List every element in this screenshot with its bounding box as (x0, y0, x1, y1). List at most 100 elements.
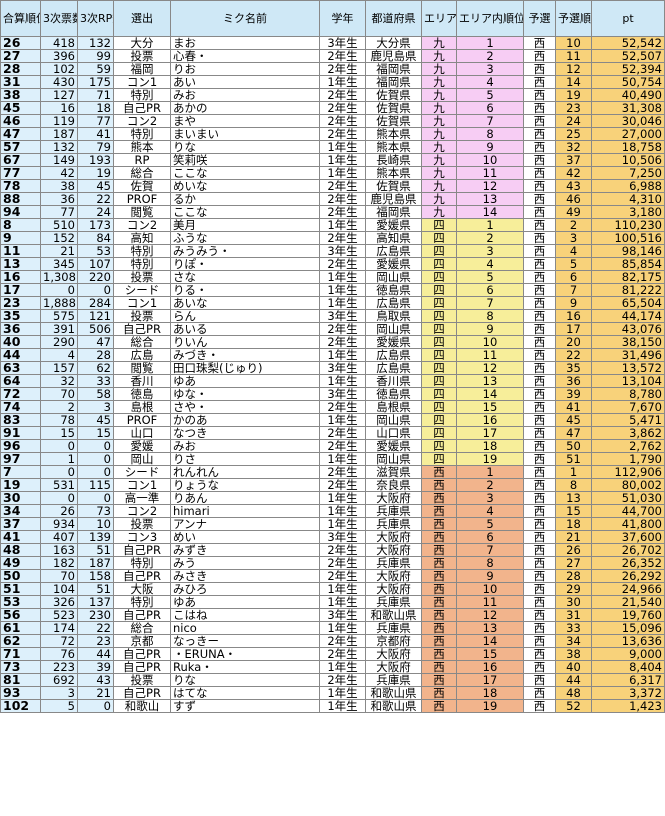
cell-votes: 326 (40, 595, 78, 609)
cell-yosen: 西 (523, 153, 556, 167)
cell-rank: 88 (0, 192, 41, 206)
cell-rank: 27 (0, 49, 41, 63)
cell-pt: 37,600 (591, 530, 665, 544)
cell-pref: 福岡県 (365, 75, 422, 89)
cell-rp: 62 (77, 361, 114, 375)
cell-selection: 島根 (113, 400, 171, 414)
cell-pt: 7,250 (591, 166, 665, 180)
cell-name: らん (170, 309, 320, 323)
cell-name: りる・ (170, 283, 320, 297)
cell-rp: 132 (77, 36, 114, 50)
cell-grade: 1年生 (319, 582, 366, 596)
cell-name: みう (170, 556, 320, 570)
cell-yosen: 西 (523, 36, 556, 50)
cell-area-rank: 12 (456, 361, 524, 375)
cell-grade: 1年生 (319, 166, 366, 180)
header-votes: 3次票数 (40, 0, 78, 37)
cell-pref: 佐賀県 (365, 101, 422, 115)
cell-selection: 投票 (113, 309, 171, 323)
cell-votes: 104 (40, 582, 78, 596)
cell-area-rank: 13 (456, 374, 524, 388)
cell-pt: 13,104 (591, 374, 665, 388)
cell-rp: 23 (77, 634, 114, 648)
cell-pref: 長崎県 (365, 153, 422, 167)
cell-yosen-rank: 5 (555, 257, 592, 271)
cell-votes: 32 (40, 374, 78, 388)
cell-votes: 396 (40, 49, 78, 63)
cell-area: 四 (421, 283, 457, 297)
cell-grade: 2年生 (319, 231, 366, 245)
cell-grade: 3年生 (319, 530, 366, 544)
cell-yosen: 西 (523, 140, 556, 154)
cell-rp: 84 (77, 231, 114, 245)
cell-yosen: 西 (523, 49, 556, 63)
cell-votes: 5 (40, 699, 78, 713)
cell-name: みお (170, 439, 320, 453)
cell-grade: 3年生 (319, 309, 366, 323)
cell-grade: 1年生 (319, 699, 366, 713)
cell-rank: 51 (0, 582, 41, 596)
cell-selection: 自己PR (113, 101, 171, 115)
cell-area-rank: 4 (456, 257, 524, 271)
cell-name: あかの (170, 101, 320, 115)
cell-selection: コン2 (113, 218, 171, 232)
cell-yosen-rank: 4 (555, 244, 592, 258)
cell-pt: 15,096 (591, 621, 665, 635)
cell-area: 四 (421, 361, 457, 375)
cell-rp: 79 (77, 140, 114, 154)
cell-area-rank: 7 (456, 114, 524, 128)
cell-rp: 51 (77, 582, 114, 596)
cell-yosen: 西 (523, 517, 556, 531)
cell-yosen-rank: 22 (555, 348, 592, 362)
cell-area-rank: 14 (456, 205, 524, 219)
cell-rp: 10 (77, 517, 114, 531)
cell-area-rank: 15 (456, 647, 524, 661)
cell-area-rank: 15 (456, 400, 524, 414)
cell-rp: 73 (77, 504, 114, 518)
cell-rank: 78 (0, 179, 41, 193)
cell-rank: 45 (0, 101, 41, 115)
cell-area: 西 (421, 647, 457, 661)
cell-yosen: 西 (523, 127, 556, 141)
cell-votes: 149 (40, 153, 78, 167)
cell-name: さな (170, 270, 320, 284)
cell-area: 西 (421, 673, 457, 687)
cell-rank: 9 (0, 231, 41, 245)
cell-yosen: 西 (523, 452, 556, 466)
cell-name: ゆあ (170, 595, 320, 609)
cell-rank: 11 (0, 244, 41, 258)
cell-rank: 73 (0, 660, 41, 674)
cell-area: 四 (421, 439, 457, 453)
cell-rp: 77 (77, 114, 114, 128)
cell-yosen-rank: 35 (555, 361, 592, 375)
cell-pt: 44,174 (591, 309, 665, 323)
cell-area: 西 (421, 634, 457, 648)
table-row: 50 70 158 自己PR みさき 2年生 大阪府西 9 西 28 26,292 (0, 569, 665, 583)
cell-grade: 2年生 (319, 478, 366, 492)
cell-area-rank: 12 (456, 608, 524, 622)
table-row: 45 16 18 自己PR あかの 2年生 佐賀県九 6 西 23 31,308 (0, 101, 665, 115)
cell-yosen: 西 (523, 322, 556, 336)
cell-name: みお (170, 88, 320, 102)
cell-name: みづき・ (170, 348, 320, 362)
cell-selection: 京都 (113, 634, 171, 648)
table-row: 97 1 0 岡山 りさ 1年生 岡山県四 19 西 51 1,790 (0, 452, 665, 466)
cell-yosen-rank: 30 (555, 595, 592, 609)
table-row: 53 326 137 特別 ゆあ 1年生 兵庫県西 11 西 30 21,540 (0, 595, 665, 609)
cell-yosen-rank: 2 (555, 218, 592, 232)
cell-yosen-rank: 8 (555, 478, 592, 492)
cell-name: かのあ (170, 413, 320, 427)
cell-area: 西 (421, 465, 457, 479)
cell-rp: 3 (77, 400, 114, 414)
cell-rp: 21 (77, 686, 114, 700)
cell-yosen-rank: 27 (555, 556, 592, 570)
cell-yosen-rank: 48 (555, 686, 592, 700)
cell-pt: 7,670 (591, 400, 665, 414)
cell-yosen: 西 (523, 439, 556, 453)
table-body: 26 418 132 大分 まお 3年生 大分県九 1 西 10 52,542 27 396 99 投票 心春… (0, 36, 665, 713)
cell-pt: 31,308 (591, 101, 665, 115)
cell-area: 四 (421, 452, 457, 466)
cell-rank: 35 (0, 309, 41, 323)
table-row: 81 692 43 投票 りな 2年生 兵庫県西 17 西 44 6,317 (0, 673, 665, 687)
cell-yosen: 西 (523, 88, 556, 102)
